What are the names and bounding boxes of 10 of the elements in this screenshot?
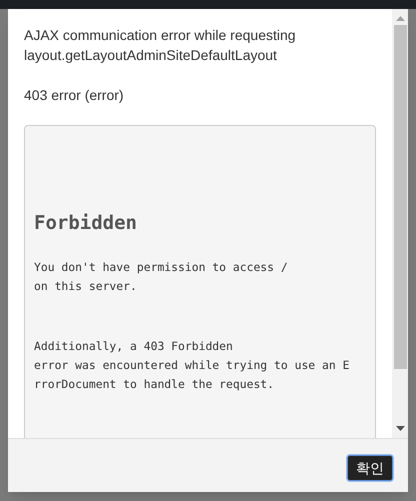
response-heading: Forbidden <box>34 211 138 235</box>
scrollbar[interactable] <box>392 9 408 438</box>
error-message: AJAX communication error while requesting layout.getLayoutAdminSiteDefaultLayout <box>24 26 297 65</box>
scroll-down-icon[interactable] <box>396 426 404 431</box>
response-paragraph: You don't have permission to access / on this server. <box>34 259 289 295</box>
confirm-button[interactable]: 확인 <box>347 455 393 481</box>
scrollbar-thumb[interactable] <box>394 25 406 369</box>
scroll-up-icon[interactable] <box>396 16 404 21</box>
response-paragraph: Additionally, a 403 Forbidden error was encountered while trying to use an E rrorDocument to handle the request. <box>34 338 350 393</box>
error-status: 403 error (error) <box>24 86 125 105</box>
